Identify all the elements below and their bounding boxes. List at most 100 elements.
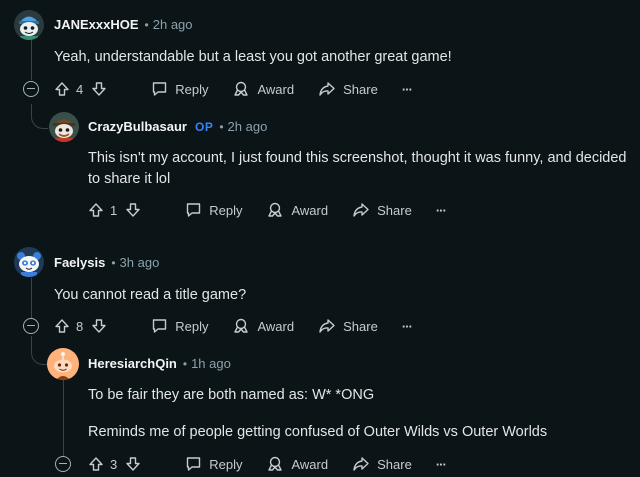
reply-button[interactable]: Reply <box>185 202 242 218</box>
award-label: Award <box>291 456 329 472</box>
more-options-button[interactable]: ··· <box>435 202 447 218</box>
comment-body: You cannot read a title game? <box>54 287 247 303</box>
share-arrow-icon <box>319 319 335 333</box>
avatar[interactable] <box>49 112 79 142</box>
comment-actions: 1 Reply Award Share ··· <box>88 200 470 220</box>
author-name[interactable]: Faelysis <box>54 255 105 270</box>
snoo-avatar-blue-panda-icon <box>17 252 41 277</box>
more-options-button[interactable]: ··· <box>435 456 447 472</box>
snoo-avatar-blue-cap-icon <box>19 16 39 40</box>
award-button[interactable]: Award <box>266 455 328 473</box>
avatar[interactable] <box>47 348 79 380</box>
award-button[interactable]: Award <box>232 80 294 98</box>
award-label: Award <box>257 81 295 97</box>
share-label: Share <box>377 202 412 218</box>
comment-body: Yeah, understandable but a least you got… <box>54 49 452 65</box>
comment-body-line-2: Reminds me of people getting confused of… <box>88 424 548 440</box>
comment-body-line-1: To be fair they are both named as: W* *O… <box>88 387 375 403</box>
downvote-icon[interactable] <box>125 456 141 472</box>
vote-count: 1 <box>110 202 118 218</box>
comment-meta: Faelysis • 3h ago <box>54 255 159 270</box>
reply-button[interactable]: Reply <box>151 318 208 334</box>
comment-body: This isn't my account, I just found this… <box>88 150 627 187</box>
reply-label: Reply <box>175 81 209 97</box>
timestamp[interactable]: 3h ago <box>120 255 160 270</box>
share-arrow-icon <box>353 457 369 471</box>
comment-bubble-icon <box>187 203 201 217</box>
share-button[interactable]: Share <box>352 202 412 218</box>
timestamp[interactable]: 1h ago <box>191 356 231 371</box>
share-label: Share <box>377 456 412 472</box>
collapse-thread-button[interactable] <box>23 318 39 334</box>
comment-bubble-icon <box>153 319 167 333</box>
award-button[interactable]: Award <box>266 201 328 219</box>
award-icon <box>268 456 283 471</box>
timestamp[interactable]: 2h ago <box>153 17 193 32</box>
share-label: Share <box>343 81 378 97</box>
comment-actions: 8 Reply Award Share ··· <box>54 316 436 336</box>
comment-actions: 4 Reply Award Share ··· <box>54 79 436 99</box>
thread-elbow <box>31 336 48 365</box>
avatar[interactable] <box>14 247 44 277</box>
separator-dot: • <box>111 255 116 270</box>
more-options-icon: ··· <box>401 318 413 334</box>
award-button[interactable]: Award <box>232 317 294 335</box>
award-label: Award <box>291 202 329 218</box>
separator-dot: • <box>144 17 149 32</box>
award-icon <box>234 318 249 333</box>
vote-count: 3 <box>110 456 118 472</box>
upvote-icon[interactable] <box>88 202 104 218</box>
downvote-icon[interactable] <box>125 202 141 218</box>
more-options-icon: ··· <box>401 81 413 97</box>
thread-line <box>31 278 32 318</box>
upvote-icon[interactable] <box>54 318 70 334</box>
vote-control: 4 <box>54 81 107 97</box>
thread-line <box>31 40 32 80</box>
downvote-icon[interactable] <box>91 81 107 97</box>
author-name[interactable]: CrazyBulbasaur <box>88 119 187 134</box>
share-arrow-icon <box>319 82 335 96</box>
vote-control: 3 <box>88 456 141 472</box>
snoo-avatar-brown-hat-icon <box>53 119 75 142</box>
award-label: Award <box>257 318 295 334</box>
vote-count: 8 <box>76 318 84 334</box>
avatar[interactable] <box>14 10 44 40</box>
op-badge: OP <box>194 119 214 134</box>
more-options-button[interactable]: ··· <box>401 81 413 97</box>
upvote-icon[interactable] <box>88 456 104 472</box>
share-arrow-icon <box>353 203 369 217</box>
author-name[interactable]: HeresiarchQin <box>88 356 177 371</box>
more-options-button[interactable]: ··· <box>401 318 413 334</box>
comment-bubble-icon <box>187 457 201 471</box>
share-label: Share <box>343 318 378 334</box>
upvote-icon[interactable] <box>54 81 70 97</box>
reply-label: Reply <box>175 318 209 334</box>
reply-label: Reply <box>209 456 243 472</box>
thread-elbow <box>31 104 48 129</box>
separator-dot: • <box>182 356 188 371</box>
more-options-icon: ··· <box>435 456 447 472</box>
share-button[interactable]: Share <box>318 318 378 334</box>
share-button[interactable]: Share <box>318 81 378 97</box>
share-button[interactable]: Share <box>352 456 412 472</box>
separator-dot: • <box>219 119 224 134</box>
vote-control: 8 <box>54 318 107 334</box>
reply-button[interactable]: Reply <box>151 81 208 97</box>
reply-button[interactable]: Reply <box>185 456 242 472</box>
more-options-icon: ··· <box>435 202 447 218</box>
reply-label: Reply <box>209 202 243 218</box>
timestamp[interactable]: 2h ago <box>228 119 268 134</box>
collapse-thread-button[interactable] <box>23 81 39 97</box>
comment-meta: JANExxxHOE • 2h ago <box>54 17 193 32</box>
comment-meta: HeresiarchQin • 1h ago <box>88 356 231 371</box>
downvote-icon[interactable] <box>91 318 107 334</box>
collapse-thread-button[interactable] <box>55 456 71 472</box>
default-snoo-orange-icon <box>54 352 72 380</box>
award-icon <box>234 81 249 96</box>
thread-line <box>63 378 64 456</box>
vote-control: 1 <box>88 202 141 218</box>
comment-bubble-icon <box>153 82 167 96</box>
comment-meta: CrazyBulbasaur OP • 2h ago <box>88 119 267 134</box>
author-name[interactable]: JANExxxHOE <box>54 17 139 32</box>
award-icon <box>268 202 283 217</box>
